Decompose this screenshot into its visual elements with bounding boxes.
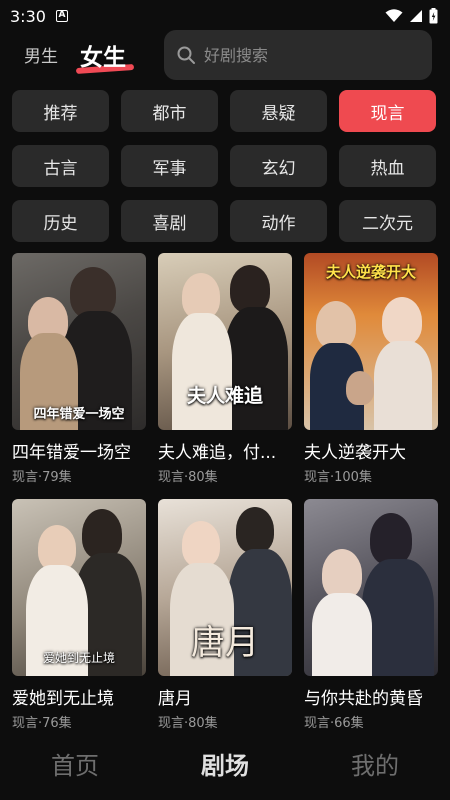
drama-meta: 现言·100集 (304, 470, 372, 485)
status-icons (385, 8, 438, 24)
drama-poster[interactable] (304, 499, 438, 676)
drama-poster[interactable]: 四年错爱一场空 (12, 253, 146, 430)
poster-title-text: 四年错爱一场空 (33, 407, 125, 422)
drama-card[interactable]: 夫人逆袭开大 夫人逆袭开大 现言·100集 (304, 253, 438, 485)
drama-meta: 现言·80集 (158, 470, 218, 485)
drama-title: 爱她到无止境 (12, 689, 114, 709)
tab-female[interactable]: 女生 (80, 38, 126, 72)
category-modern-romance[interactable]: 现言 (339, 90, 436, 132)
category-history[interactable]: 历史 (12, 200, 109, 242)
drama-title: 唐月 (158, 689, 192, 709)
nav-theater[interactable]: 剧场 (150, 738, 300, 800)
category-recommend[interactable]: 推荐 (12, 90, 109, 132)
search-input[interactable] (204, 45, 424, 65)
status-bar: 3:30 A (0, 0, 450, 32)
nav-home[interactable]: 首页 (0, 738, 150, 800)
drama-poster[interactable]: 夫人逆袭开大 (304, 253, 438, 430)
battery-icon (429, 8, 438, 24)
category-ancient-romance[interactable]: 古言 (12, 145, 109, 187)
drama-meta: 现言·66集 (304, 716, 364, 731)
drama-title: 夫人难追，付... (158, 443, 277, 463)
drama-card[interactable]: 夫人难追 夫人难追，付... 现言·80集 (158, 253, 292, 485)
nav-profile[interactable]: 我的 (300, 738, 450, 800)
drama-meta: 现言·79集 (12, 470, 72, 485)
signal-icon (410, 10, 422, 22)
category-urban[interactable]: 都市 (121, 90, 218, 132)
category-anime[interactable]: 二次元 (339, 200, 436, 242)
drama-card[interactable]: 唐月 唐月 现言·80集 (158, 499, 292, 731)
top-row: 男生 女生 (0, 30, 450, 80)
drama-poster[interactable]: 唐月 (158, 499, 292, 676)
drama-title: 夫人逆袭开大 (304, 443, 406, 463)
drama-card[interactable]: 爱她到无止境 爱她到无止境 现言·76集 (12, 499, 146, 731)
category-military[interactable]: 军事 (121, 145, 218, 187)
search-box[interactable] (164, 30, 432, 80)
drama-meta: 现言·80集 (158, 716, 218, 731)
category-fantasy[interactable]: 玄幻 (230, 145, 327, 187)
poster-title-text: 夫人难追 (186, 385, 263, 407)
drama-poster[interactable]: 爱她到无止境 (12, 499, 146, 676)
category-action[interactable]: 动作 (230, 200, 327, 242)
poster-title-text: 唐月 (191, 623, 259, 663)
drama-card[interactable]: 四年错爱一场空 四年错爱一场空 现言·79集 (12, 253, 146, 485)
drama-meta: 现言·76集 (12, 716, 72, 731)
search-icon (177, 46, 195, 64)
status-time: 3:30 (10, 6, 46, 26)
drama-grid: 四年错爱一场空 四年错爱一场空 现言·79集 夫人难追 夫人难追，付... 现言… (12, 253, 438, 731)
drama-title: 四年错爱一场空 (12, 443, 131, 463)
category-suspense[interactable]: 悬疑 (230, 90, 327, 132)
bottom-nav: 首页 剧场 我的 (0, 738, 450, 800)
wifi-icon (385, 9, 403, 22)
tab-male[interactable]: 男生 (24, 42, 58, 67)
poster-title-text: 夫人逆袭开大 (325, 263, 416, 281)
drama-title: 与你共赴的黄昏 (304, 689, 423, 709)
category-comedy[interactable]: 喜剧 (121, 200, 218, 242)
poster-title-text: 爱她到无止境 (42, 651, 115, 665)
drama-card[interactable]: 与你共赴的黄昏 现言·66集 (304, 499, 438, 731)
notification-icon: A (55, 10, 68, 22)
drama-poster[interactable]: 夫人难追 (158, 253, 292, 430)
category-action-blood[interactable]: 热血 (339, 145, 436, 187)
category-grid: 推荐 都市 悬疑 现言 古言 军事 玄幻 热血 历史 喜剧 动作 二次元 (12, 90, 438, 242)
